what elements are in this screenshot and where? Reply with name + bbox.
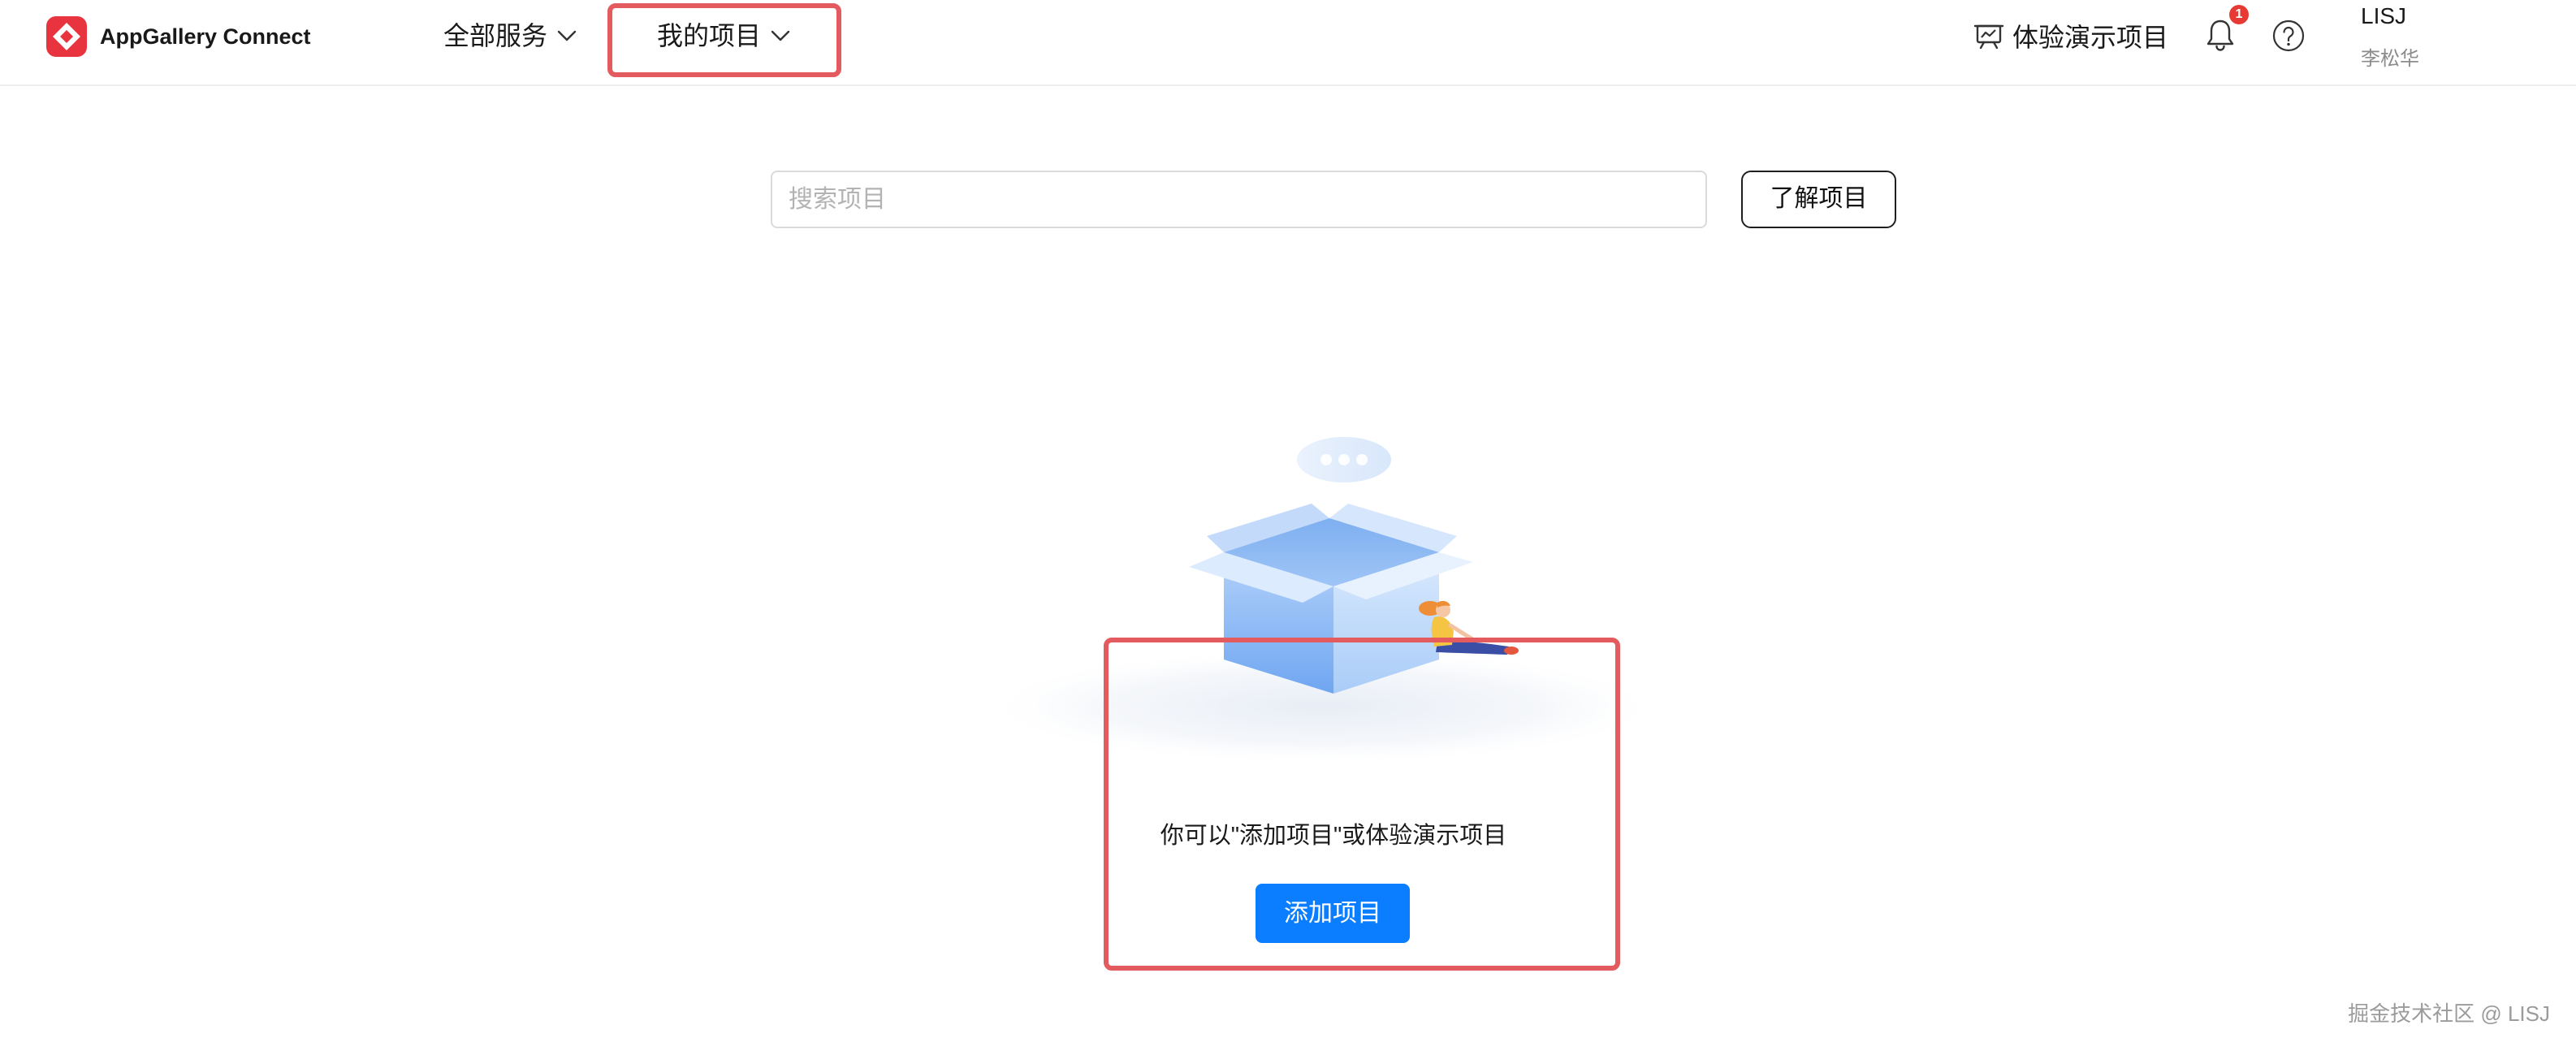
chevron-down-icon (557, 30, 577, 41)
top-header: AppGallery Connect 全部服务 我的项目 体验演示项目 1 LI… (0, 0, 2576, 86)
learn-projects-button[interactable]: 了解项目 (1741, 171, 1896, 228)
demo-project-label: 体验演示项目 (2012, 23, 2169, 52)
search-input[interactable] (771, 171, 1707, 228)
appgallery-logo-icon (46, 16, 87, 57)
notification-count-badge: 1 (2229, 5, 2249, 24)
app-title: AppGallery Connect (100, 24, 311, 49)
demo-project-link[interactable]: 体验演示项目 (1973, 10, 2168, 62)
add-project-button[interactable]: 添加项目 (1256, 884, 1410, 943)
nav-my-projects[interactable]: 我的项目 (657, 10, 790, 62)
chevron-down-icon (771, 30, 790, 41)
nav-all-services-label: 全部服务 (443, 21, 548, 50)
nav-my-projects-label: 我的项目 (657, 21, 762, 50)
empty-state-message: 你可以"添加项目"或体验演示项目 (1160, 823, 1507, 849)
watermark: 掘金技术社区 @ LISJ (2348, 1001, 2550, 1026)
speech-bubble (1297, 437, 1391, 482)
brand-home-link[interactable]: AppGallery Connect (46, 16, 311, 57)
user-real-name: 李松华 (2361, 48, 2419, 70)
presentation-icon (1973, 24, 2004, 50)
nav-all-services[interactable]: 全部服务 (443, 10, 577, 62)
user-account-name[interactable]: LISJ (2361, 2, 2406, 31)
help-icon[interactable] (2272, 19, 2305, 52)
bell-icon[interactable] (2204, 18, 2237, 52)
empty-box-illustration (982, 437, 1664, 763)
